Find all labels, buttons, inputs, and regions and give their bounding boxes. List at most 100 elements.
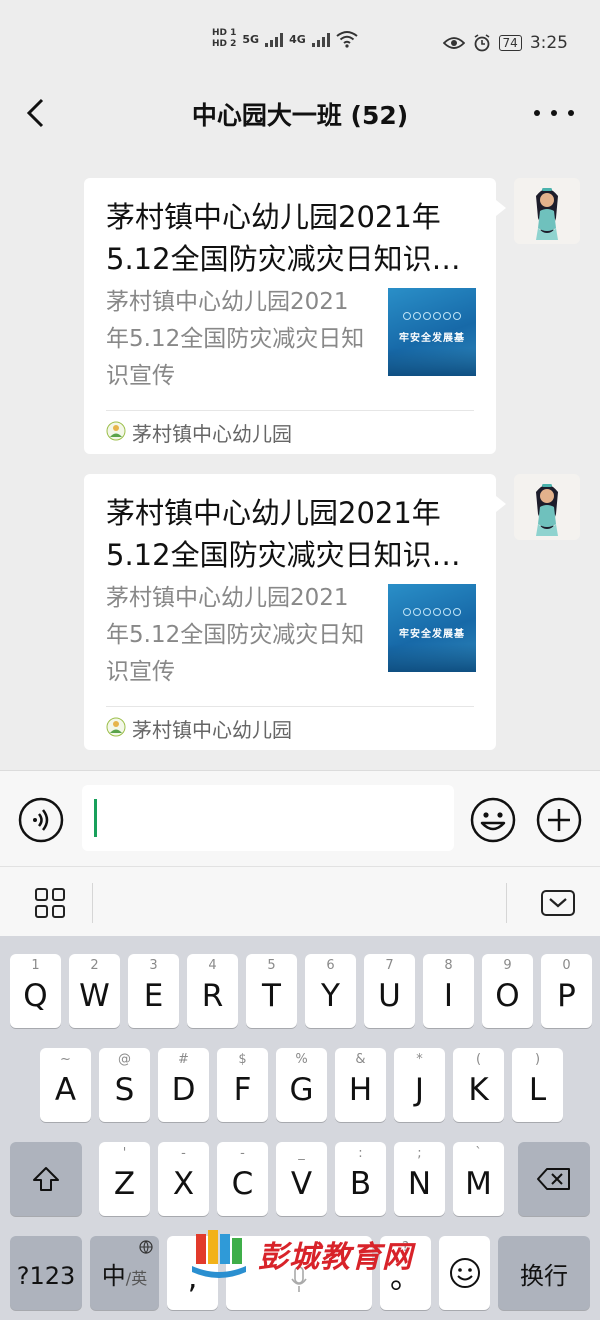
toolbar-divider [92,883,93,923]
article-title: 茅村镇中心幼儿园2021年5.12全国防灾减灾日知识… [106,200,461,276]
key-s[interactable]: @ S [99,1048,150,1122]
key-sub-label: @ [118,1052,131,1067]
shared-article-card[interactable]: 茅村镇中心幼儿园2021年5.12全国防灾减灾日知识… 茅村镇中心幼儿园2021… [84,474,506,750]
avatar[interactable] [514,178,580,244]
key-sub-label: ) [534,1052,541,1067]
lang-primary-label: 中 [101,1262,126,1290]
avatar[interactable] [514,474,580,540]
article-source: 茅村镇中心幼儿园 [132,422,292,446]
message-input-bar [0,770,600,866]
voice-icon [18,797,64,843]
thumbnail-caption: 牢安全发展基 [399,333,465,344]
status-bar: HD 1 HD 2 5G 4G 74 3:25 [0,0,600,80]
key-label: I [443,978,454,1014]
voice-input-button[interactable] [18,797,64,843]
chat-header: 中心园大一班 (52) [0,80,600,150]
key-label: C [231,1166,254,1202]
key-l[interactable]: ) L [512,1048,563,1122]
key-label: Q [23,978,48,1014]
key-g[interactable]: % G [276,1048,327,1122]
more-functions-button[interactable] [536,797,582,843]
key-z[interactable]: ' Z [99,1142,150,1216]
key-c[interactable]: -C [217,1142,268,1216]
key-sub-label: - [240,1146,245,1161]
key-label: U [378,978,401,1014]
net2-label: 4G [289,32,306,46]
key-a[interactable]: ~ A [40,1048,91,1122]
key-sub-label: 5 [267,958,276,973]
battery-icon: 74 [498,35,522,51]
key-b[interactable]: :B [335,1142,386,1216]
key-label: X [172,1166,195,1202]
key-sub-label: ; [417,1146,422,1161]
keyboard-menu-button[interactable] [30,883,70,923]
shift-icon [33,1167,59,1191]
key-d[interactable]: # D [158,1048,209,1122]
key-i[interactable]: 8I [423,954,474,1028]
key-label: G [289,1072,314,1108]
key-j[interactable]: * J [394,1048,445,1122]
key-label: Y [321,978,340,1014]
key-v[interactable]: _ V [276,1142,327,1216]
key-h[interactable]: & H [335,1048,386,1122]
shared-article-card[interactable]: 茅村镇中心幼儿园2021年5.12全国防灾减灾日知识… 茅村镇中心幼儿园2021… [84,178,506,454]
key-x[interactable]: -X [158,1142,209,1216]
key-r[interactable]: 4R [187,954,238,1028]
key-o[interactable]: 9O [482,954,533,1028]
eye-icon [442,37,465,49]
key-u[interactable]: 7U [364,954,415,1028]
key-q[interactable]: 1Q [10,954,61,1028]
enter-key[interactable]: 换行 [498,1236,590,1310]
hd-indicators: HD 1 HD 2 [212,28,236,50]
shift-key[interactable] [10,1142,82,1216]
key-sub-label: 1 [31,958,40,973]
key-sub-label: ( [475,1052,482,1067]
key-label: B [349,1166,372,1202]
signal-icon-2 [311,31,330,47]
key-sub-label: % [295,1052,308,1067]
hide-keyboard-button[interactable] [538,885,578,921]
key-m[interactable]: ` M [453,1142,504,1216]
kindergarten-logo-icon [106,717,126,737]
key-sub-label: 0 [562,958,571,973]
key-label: W [79,978,110,1014]
key-f[interactable]: $ F [217,1048,268,1122]
key-sub-label: 7 [385,958,394,973]
key-p[interactable]: 0P [541,954,592,1028]
key-sub-label: ' [122,1146,127,1161]
key-n[interactable]: ; N [394,1142,445,1216]
key-label: ?123 [16,1262,76,1290]
key-sub-label: & [355,1052,366,1067]
key-y[interactable]: 6Y [305,954,356,1028]
chat-messages[interactable]: 茅村镇中心幼儿园2021年5.12全国防灾减灾日知识… 茅村镇中心幼儿园2021… [0,150,600,770]
key-w[interactable]: 2W [69,954,120,1028]
sim2-label: HD 2 [212,39,237,49]
language-switch-key[interactable]: 中/英 [90,1236,159,1310]
emoji-key[interactable] [439,1236,490,1310]
key-k[interactable]: (K [453,1048,504,1122]
backspace-key[interactable] [518,1142,590,1216]
key-label: J [414,1072,425,1108]
key-sub-label: 3 [149,958,158,973]
key-sub-label: 9 [503,958,512,973]
key-label: A [54,1072,77,1108]
avatar-image [514,474,580,540]
key-t[interactable]: 5T [246,954,297,1028]
key-label: K [468,1072,489,1108]
key-e[interactable]: 3E [128,954,179,1028]
kindergarten-logo-icon [106,421,126,441]
key-sub-label: 2 [90,958,99,973]
emoji-button[interactable] [470,797,516,843]
article-thumbnail: 牢安全发展基 [388,584,476,672]
key-label: R [201,978,224,1014]
thumbnail-circles [392,312,472,324]
symbols-key[interactable]: ?123 [10,1236,82,1310]
message-text-input[interactable] [82,785,454,851]
more-options-button[interactable] [534,98,574,128]
key-label: M [465,1166,492,1202]
backspace-icon [537,1168,570,1190]
lang-secondary-label: /英 [125,1269,148,1288]
chat-title: 中心园大一班 (52) [191,101,409,130]
more-dot-icon [568,110,574,116]
more-dot-icon [534,110,540,116]
